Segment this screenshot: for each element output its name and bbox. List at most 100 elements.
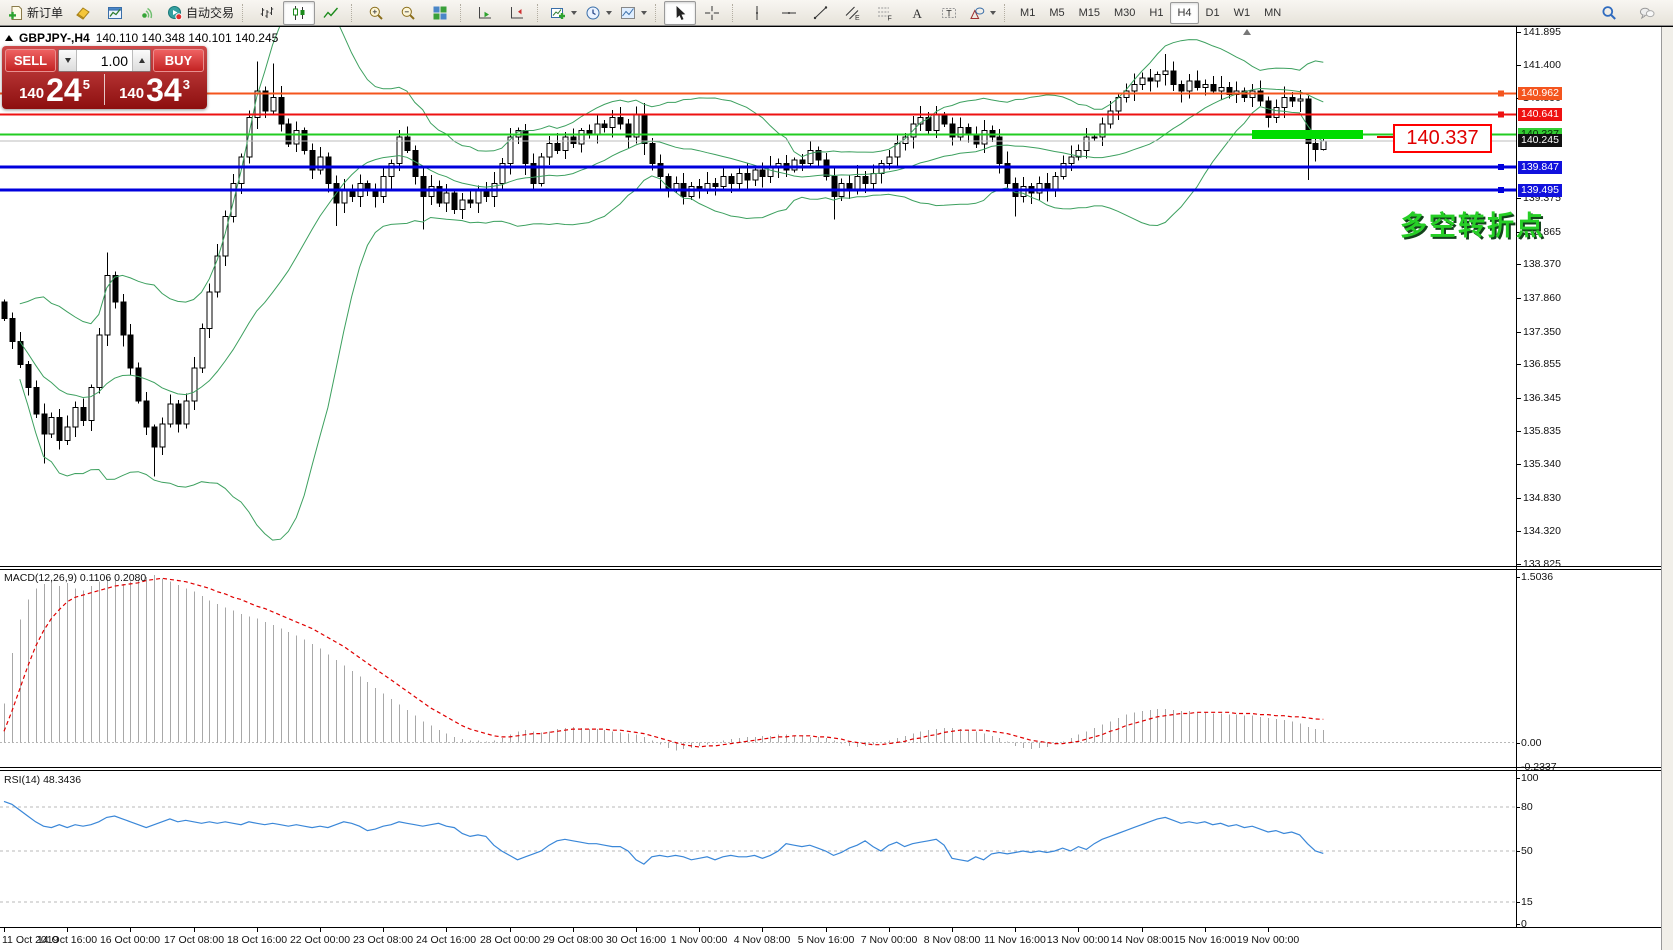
toolbar-text-button[interactable]: A <box>901 1 933 25</box>
candle-body <box>982 131 987 144</box>
text-icon: A <box>909 5 925 21</box>
toolbar-crosshair-button[interactable] <box>696 1 728 25</box>
timeframe-m1-button[interactable]: M1 <box>1013 2 1042 24</box>
crosshair-icon <box>704 5 720 21</box>
toolbar-signals-button[interactable] <box>131 1 163 25</box>
macd-scale-label: 0.00 <box>1521 737 1541 749</box>
buy-button[interactable]: BUY <box>153 49 204 72</box>
candle-body <box>294 131 299 144</box>
toolbar-vertical-line-button[interactable] <box>741 1 773 25</box>
candle-body <box>792 160 797 170</box>
time-label: 8 Nov 08:00 <box>924 934 981 946</box>
toolbar-shapes-button[interactable] <box>965 1 1000 25</box>
time-label: 11 Nov 16:00 <box>984 934 1046 946</box>
candle-body <box>563 137 568 150</box>
candle-body <box>113 276 118 302</box>
toolbar-auto-trading-button[interactable]: 自动交易 <box>163 1 238 25</box>
toolbar-zoom-in-button[interactable] <box>360 1 392 25</box>
timeframe-m5-button[interactable]: M5 <box>1042 2 1071 24</box>
cursor-icon <box>672 5 688 21</box>
candle-body <box>144 401 149 427</box>
trend-highlight-segment[interactable] <box>1252 130 1363 139</box>
toolbar-line-chart-button[interactable] <box>315 1 347 25</box>
toolbar-new-chart-button[interactable] <box>546 1 581 25</box>
candle-body <box>1148 78 1153 81</box>
time-label: 30 Oct 16:00 <box>606 934 666 946</box>
toolbar-trendline-button[interactable] <box>805 1 837 25</box>
toolbar-bar-chart-button[interactable] <box>251 1 283 25</box>
pane-splitter-macd[interactable] <box>0 566 1661 570</box>
volume-input[interactable] <box>77 50 132 71</box>
collapse-arrow-icon[interactable] <box>5 35 13 41</box>
time-label: 4 Nov 08:00 <box>734 934 791 946</box>
candle-body <box>271 98 276 111</box>
one-click-trading-panel: SELL BUY 140 24 5 140 34 3 <box>2 46 207 109</box>
toolbar-periods-button[interactable] <box>581 1 616 25</box>
time-tick <box>573 928 574 932</box>
toolbar-text-label-button[interactable]: T <box>933 1 965 25</box>
candle-body <box>160 424 165 447</box>
toolbar-candle-chart-button[interactable] <box>283 1 315 25</box>
svg-text:T: T <box>946 8 952 18</box>
new-order-icon <box>8 5 24 21</box>
sell-price[interactable]: 140 24 5 <box>5 74 105 105</box>
sell-button[interactable]: SELL <box>5 49 56 72</box>
macd-pane[interactable] <box>0 570 1517 767</box>
timeframe-w1-button[interactable]: W1 <box>1227 2 1258 24</box>
toolbar-search-button[interactable] <box>1593 1 1625 25</box>
price-callout[interactable]: 140.337 <box>1393 124 1492 153</box>
candle-body <box>452 193 457 210</box>
clock-icon <box>585 5 601 21</box>
toolbar-auto-scroll-button[interactable] <box>469 1 501 25</box>
toolbar-new-order-button[interactable]: 新订单 <box>4 1 67 25</box>
time-tick <box>699 928 700 932</box>
timeframe-mn-button[interactable]: MN <box>1257 2 1288 24</box>
toolbar-cursor-button[interactable] <box>664 1 696 25</box>
toolbar-eraser-button[interactable] <box>67 1 99 25</box>
candle-body <box>49 417 54 434</box>
toolbar-zoom-out-button[interactable] <box>392 1 424 25</box>
toolbar-community-button[interactable] <box>1631 1 1663 25</box>
timeframe-m30-button[interactable]: M30 <box>1107 2 1142 24</box>
candle-body <box>1211 84 1216 91</box>
toolbar-templates-button[interactable] <box>616 1 651 25</box>
candle-body <box>1037 183 1042 193</box>
candle-body <box>1061 164 1066 177</box>
toolbar-separator <box>1004 4 1009 22</box>
time-axis[interactable]: 11 Oct 201914 Oct 16:0016 Oct 00:0017 Oc… <box>0 927 1661 950</box>
toolbar-equidistant-channel-button[interactable]: E <box>837 1 869 25</box>
window-edge-strip <box>1661 27 1673 950</box>
candle-body <box>1258 91 1263 101</box>
toolbar-fibonacci-button[interactable]: F <box>869 1 901 25</box>
timeframe-d1-button[interactable]: D1 <box>1199 2 1227 24</box>
turning-point-annotation[interactable]: 多空转折点 <box>1400 204 1545 243</box>
candle-body <box>547 144 552 157</box>
chart-shift-marker-icon <box>1243 29 1251 35</box>
candle-body <box>737 173 742 183</box>
svg-text:E: E <box>855 15 860 21</box>
timeframe-h1-button[interactable]: H1 <box>1142 2 1170 24</box>
volume-decrease-button[interactable] <box>59 50 77 71</box>
candle-body <box>97 335 102 388</box>
toolbar-chart-shift-button[interactable] <box>501 1 533 25</box>
toolbar-horizontal-line-button[interactable] <box>773 1 805 25</box>
volume-increase-button[interactable] <box>132 50 150 71</box>
toolbar-tile-windows-button[interactable] <box>424 1 456 25</box>
channel-icon: E <box>845 5 861 21</box>
candle-body <box>34 388 39 414</box>
time-tick <box>446 928 447 932</box>
candle-body <box>1132 84 1137 91</box>
candle-body <box>65 427 70 440</box>
buy-price[interactable]: 140 34 3 <box>105 74 204 105</box>
toolbar-chart-window-button[interactable] <box>99 1 131 25</box>
pane-splitter-rsi[interactable] <box>0 767 1661 771</box>
rsi-pane[interactable] <box>0 771 1517 927</box>
timeframe-h4-button[interactable]: H4 <box>1170 2 1198 24</box>
timeframe-m15-button[interactable]: M15 <box>1072 2 1107 24</box>
candle-body <box>207 292 212 328</box>
candle-body <box>942 115 947 124</box>
chevron-down-icon <box>571 11 577 15</box>
main-chart-pane[interactable] <box>0 27 1517 566</box>
time-label: 28 Oct 00:00 <box>480 934 540 946</box>
new-chart-icon <box>550 5 566 21</box>
